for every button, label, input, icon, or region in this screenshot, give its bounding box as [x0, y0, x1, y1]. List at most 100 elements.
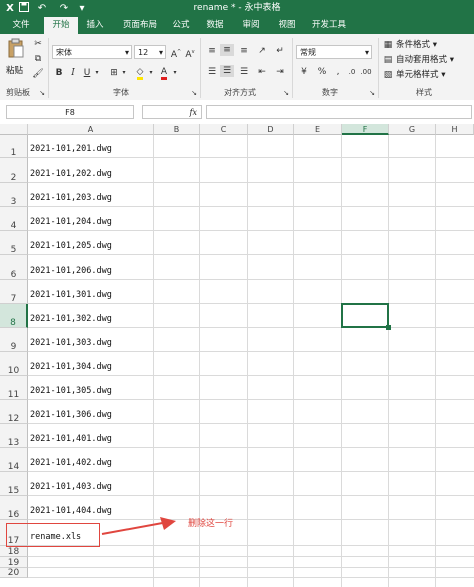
tab-file[interactable]: 文件 [4, 17, 38, 34]
column-header-h[interactable]: H [436, 124, 474, 135]
tab-review[interactable]: 审阅 [236, 17, 266, 34]
format-painter-icon[interactable]: 🖌 [32, 68, 44, 80]
column-header-b[interactable]: B [154, 124, 200, 135]
cell-a8[interactable]: 2021-101,302.dwg [30, 314, 112, 324]
align-bottom-icon[interactable]: ≡ [238, 45, 250, 57]
cell-styles-button[interactable]: 单元格样式 ▾ [396, 69, 446, 81]
chevron-down-icon[interactable]: ▾ [93, 67, 101, 79]
accounting-icon[interactable]: ¥ [298, 66, 310, 78]
bold-icon[interactable]: B [54, 67, 64, 79]
tab-page-layout[interactable]: 页面布局 [116, 17, 164, 34]
tab-insert[interactable]: 插入 [80, 17, 110, 34]
column-header-d[interactable]: D [248, 124, 294, 135]
dialog-launcher-icon[interactable]: ↘ [282, 87, 290, 99]
chevron-down-icon[interactable]: ▾ [171, 67, 179, 79]
align-middle-icon[interactable]: ≡ [220, 44, 234, 56]
cell-a10[interactable]: 2021-101,304.dwg [30, 362, 112, 372]
dialog-launcher-icon[interactable]: ↘ [190, 87, 198, 99]
cell-a11[interactable]: 2021-101,305.dwg [30, 386, 112, 396]
column-header-a[interactable]: A [28, 124, 154, 135]
cut-icon[interactable]: ✂ [32, 38, 44, 50]
column-header-f[interactable]: F [342, 124, 389, 135]
percent-icon[interactable]: % [316, 66, 328, 78]
row-header-3[interactable]: 3 [0, 183, 28, 207]
tab-data[interactable]: 数据 [200, 17, 230, 34]
tab-formulas[interactable]: 公式 [166, 17, 196, 34]
formula-input[interactable] [206, 105, 472, 119]
align-center-icon[interactable]: ☰ [220, 65, 234, 77]
borders-icon[interactable]: ⊞ [108, 67, 120, 79]
cell-a6[interactable]: 2021-101,206.dwg [30, 266, 112, 276]
align-top-icon[interactable]: ≡ [206, 45, 218, 57]
table-format-button[interactable]: 自动套用格式 ▾ [396, 54, 454, 66]
row-header-11[interactable]: 11 [0, 376, 28, 400]
comma-style-icon[interactable]: , [332, 66, 344, 78]
row-header-12[interactable]: 12 [0, 400, 28, 424]
insert-function-button[interactable]: fx [142, 105, 202, 119]
conditional-format-button[interactable]: 条件格式 ▾ [396, 39, 437, 51]
dialog-launcher-icon[interactable]: ↘ [368, 87, 376, 99]
row-header-1[interactable]: 1 [0, 135, 28, 158]
tab-view[interactable]: 视图 [272, 17, 302, 34]
align-right-icon[interactable]: ☰ [238, 66, 250, 78]
chevron-down-icon[interactable]: ▾ [147, 67, 155, 79]
row-header-8[interactable]: 8 [0, 304, 28, 328]
column-header-e[interactable]: E [294, 124, 342, 135]
column-header-g[interactable]: G [389, 124, 436, 135]
cell-a9[interactable]: 2021-101,303.dwg [30, 338, 112, 348]
cell-a4[interactable]: 2021-101,204.dwg [30, 217, 112, 227]
cell-a7[interactable]: 2021-101,301.dwg [30, 290, 112, 300]
shrink-font-icon[interactable]: Av [184, 46, 196, 61]
fill-color-icon[interactable]: ◇ [134, 66, 146, 80]
increase-decimal-icon[interactable]: .0 [346, 66, 358, 78]
underline-icon[interactable]: U [82, 67, 92, 79]
cell-a3[interactable]: 2021-101,203.dwg [30, 193, 112, 203]
name-box[interactable]: F8 [6, 105, 134, 119]
tab-home[interactable]: 开始 [44, 17, 78, 34]
row-header-14[interactable]: 14 [0, 448, 28, 472]
chevron-down-icon[interactable]: ▾ [120, 67, 128, 79]
dialog-launcher-icon[interactable]: ↘ [38, 87, 46, 99]
number-format-select[interactable]: 常规 ▾ [296, 45, 372, 59]
decrease-indent-icon[interactable]: ⇤ [256, 66, 268, 78]
cell-a14[interactable]: 2021-101,402.dwg [30, 458, 112, 468]
row-header-7[interactable]: 7 [0, 280, 28, 304]
font-color-icon[interactable]: A [158, 66, 170, 80]
orientation-icon[interactable]: ↗ [256, 45, 268, 57]
cell-styles-icon[interactable]: ▧ [382, 69, 394, 81]
table-format-icon[interactable]: ▤ [382, 54, 394, 66]
cell-a12[interactable]: 2021-101,306.dwg [30, 410, 112, 420]
cell-a5[interactable]: 2021-101,205.dwg [30, 241, 112, 251]
cell-a2[interactable]: 2021-101,202.dwg [30, 169, 112, 179]
row-header-6[interactable]: 6 [0, 255, 28, 280]
align-left-icon[interactable]: ☰ [206, 66, 218, 78]
row-header-4[interactable]: 4 [0, 207, 28, 231]
italic-icon[interactable]: I [68, 67, 78, 79]
cell-a15[interactable]: 2021-101,403.dwg [30, 482, 112, 492]
row-header-9[interactable]: 9 [0, 328, 28, 352]
selected-cell-f8[interactable] [341, 303, 389, 328]
conditional-format-icon[interactable]: ▦ [382, 39, 394, 51]
row-header-2[interactable]: 2 [0, 158, 28, 183]
row-header-13[interactable]: 13 [0, 424, 28, 448]
wrap-text-icon[interactable]: ↵ [274, 45, 286, 57]
row-header-18[interactable]: 18 [0, 546, 28, 557]
copy-icon[interactable]: ⧉ [32, 53, 44, 65]
font-size-select[interactable]: 12 ▾ [134, 45, 166, 59]
row-header-15[interactable]: 15 [0, 472, 28, 496]
fill-handle[interactable] [386, 325, 391, 330]
row-header-20[interactable]: 20 [0, 568, 28, 578]
column-header-c[interactable]: C [200, 124, 248, 135]
row-header-10[interactable]: 10 [0, 352, 28, 376]
cell-a1[interactable]: 2021-101,201.dwg [30, 144, 112, 154]
decrease-decimal-icon[interactable]: .00 [360, 66, 372, 78]
tab-developer[interactable]: 开发工具 [306, 17, 352, 34]
increase-indent-icon[interactable]: ⇥ [274, 66, 286, 78]
cell-a13[interactable]: 2021-101,401.dwg [30, 434, 112, 444]
row-header-5[interactable]: 5 [0, 231, 28, 255]
paste-button-label[interactable]: 粘贴 [6, 64, 23, 76]
paste-icon[interactable] [6, 38, 26, 60]
row-header-19[interactable]: 19 [0, 557, 28, 568]
grow-font-icon[interactable]: A^ [170, 46, 182, 61]
font-name-select[interactable]: 宋体 ▾ [52, 45, 132, 59]
